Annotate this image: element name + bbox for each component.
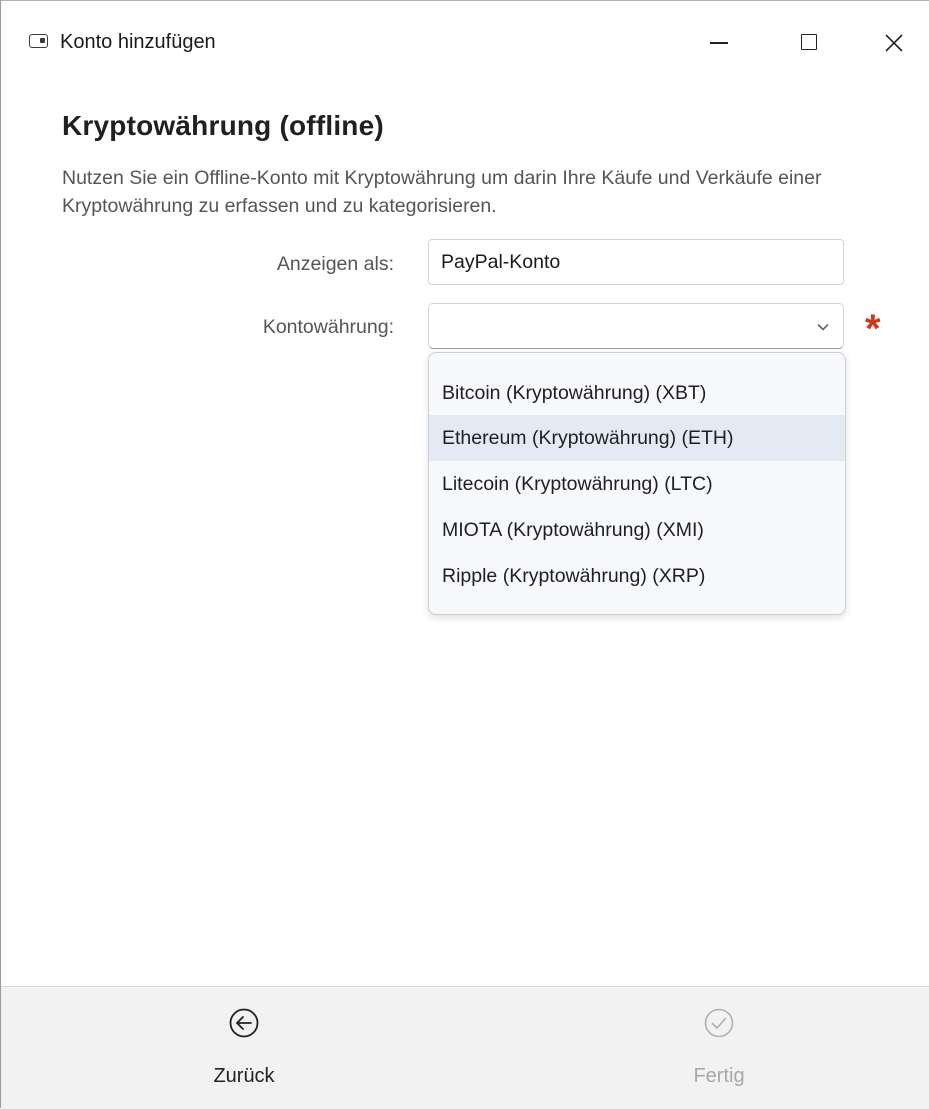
display-as-label: Anzeigen als: — [276, 253, 394, 275]
done-button[interactable]: Fertig — [649, 987, 789, 1109]
minimize-button[interactable] — [696, 21, 742, 65]
checkmark-icon — [704, 1008, 734, 1038]
maximize-icon — [801, 34, 817, 50]
dropdown-option[interactable]: Ripple (Kryptowährung) (XRP) — [429, 553, 845, 599]
dialog-footer: Zurück Fertig — [1, 986, 929, 1109]
add-account-dialog: Konto hinzufügen Kryptowährung (offline)… — [0, 0, 929, 1109]
currency-dropdown-list: Bitcoin (Kryptowährung) (XBT) Ethereum (… — [428, 352, 846, 615]
account-currency-select[interactable] — [428, 303, 844, 349]
back-arrow-icon — [229, 1008, 259, 1038]
required-marker: * — [865, 307, 881, 351]
display-as-input[interactable] — [428, 239, 844, 285]
close-button[interactable] — [871, 21, 917, 65]
page-title: Kryptowährung (offline) — [62, 110, 384, 141]
account-currency-label: Kontowährung: — [262, 316, 394, 338]
window-title: Konto hinzufügen — [60, 31, 216, 53]
close-icon — [885, 34, 903, 52]
dropdown-option[interactable]: Bitcoin (Kryptowährung) (XBT) — [429, 370, 845, 416]
chevron-down-icon — [817, 323, 829, 331]
title-bar: Konto hinzufügen — [1, 1, 929, 81]
dropdown-option[interactable]: Ethereum (Kryptowährung) (ETH) — [429, 415, 845, 461]
back-button-label: Zurück — [213, 1065, 275, 1087]
minimize-icon — [710, 42, 728, 44]
dropdown-option[interactable]: Litecoin (Kryptowährung) (LTC) — [429, 461, 845, 507]
wallet-icon — [29, 34, 48, 48]
maximize-button[interactable] — [786, 21, 832, 65]
page-description: Nutzen Sie ein Offline-Konto mit Kryptow… — [62, 167, 822, 217]
back-button[interactable]: Zurück — [174, 987, 314, 1109]
done-button-label: Fertig — [693, 1065, 745, 1087]
dropdown-option[interactable]: MIOTA (Kryptowährung) (XMI) — [429, 507, 845, 553]
